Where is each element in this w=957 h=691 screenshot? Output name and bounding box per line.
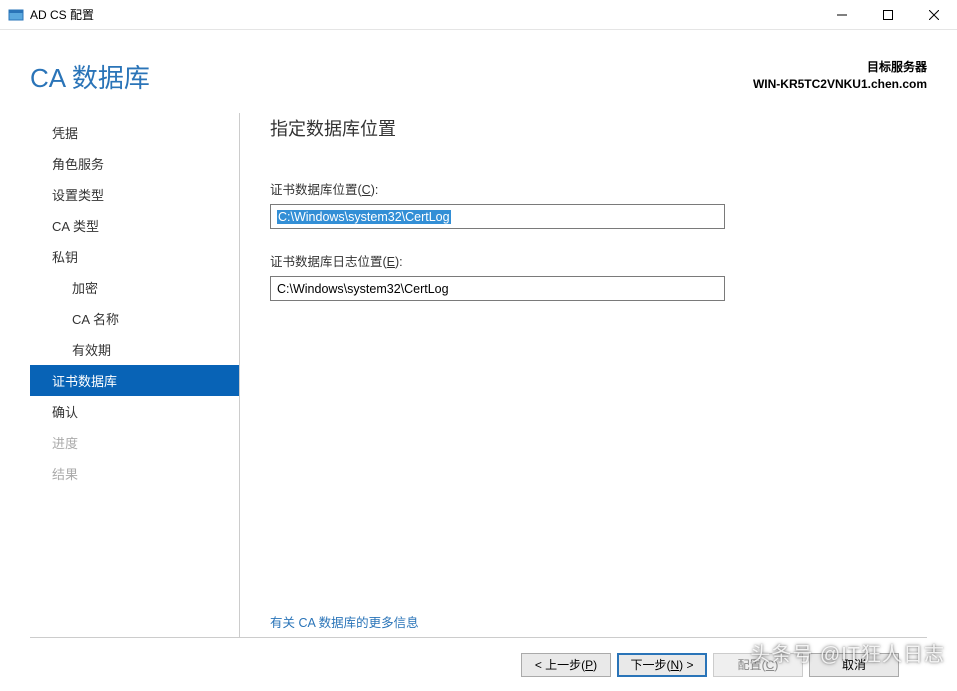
maximize-button[interactable] <box>865 0 911 30</box>
sidebar-item-10: 进度 <box>30 427 239 458</box>
sidebar-item-2[interactable]: 设置类型 <box>30 179 239 210</box>
prev-button[interactable]: < 上一步(P) <box>521 653 611 677</box>
target-server-label: 目标服务器 <box>753 58 927 75</box>
target-server: 目标服务器 WIN-KR5TC2VNKU1.chen.com <box>753 58 927 91</box>
window-title: AD CS 配置 <box>30 6 819 23</box>
db-location-group: 证书数据库位置(C): C:\Windows\system32\CertLog <box>270 179 927 229</box>
main-area: 凭据角色服务设置类型CA 类型私钥加密CA 名称有效期证书数据库确认进度结果 指… <box>0 113 957 637</box>
header: CA 数据库 目标服务器 WIN-KR5TC2VNKU1.chen.com <box>0 30 957 113</box>
cancel-button[interactable]: 取消 <box>809 653 899 677</box>
window-controls <box>819 0 957 29</box>
sidebar-item-8[interactable]: 证书数据库 <box>30 365 239 396</box>
sidebar-item-3[interactable]: CA 类型 <box>30 210 239 241</box>
db-location-input[interactable]: C:\Windows\system32\CertLog <box>270 204 725 229</box>
next-button[interactable]: 下一步(N) > <box>617 653 707 677</box>
sidebar-item-7[interactable]: 有效期 <box>30 334 239 365</box>
pane-title: 指定数据库位置 <box>270 115 927 141</box>
footer: < 上一步(P) 下一步(N) > 配置(C) 取消 <box>30 637 927 691</box>
sidebar: 凭据角色服务设置类型CA 类型私钥加密CA 名称有效期证书数据库确认进度结果 <box>30 113 240 637</box>
sidebar-item-1[interactable]: 角色服务 <box>30 148 239 179</box>
more-info-link[interactable]: 有关 CA 数据库的更多信息 <box>270 612 927 631</box>
sidebar-item-4[interactable]: 私钥 <box>30 241 239 272</box>
sidebar-item-11: 结果 <box>30 458 239 489</box>
log-location-label: 证书数据库日志位置(E): <box>270 251 927 270</box>
sidebar-item-6[interactable]: CA 名称 <box>30 303 239 334</box>
content-pane: 指定数据库位置 证书数据库位置(C): C:\Windows\system32\… <box>240 113 927 637</box>
log-location-group: 证书数据库日志位置(E): <box>270 251 927 301</box>
sidebar-item-0[interactable]: 凭据 <box>30 117 239 148</box>
configure-button: 配置(C) <box>713 653 803 677</box>
close-button[interactable] <box>911 0 957 30</box>
target-server-value: WIN-KR5TC2VNKU1.chen.com <box>753 77 927 91</box>
content: CA 数据库 目标服务器 WIN-KR5TC2VNKU1.chen.com 凭据… <box>0 30 957 691</box>
log-location-input[interactable] <box>270 276 725 301</box>
titlebar: AD CS 配置 <box>0 0 957 30</box>
minimize-button[interactable] <box>819 0 865 30</box>
db-location-label: 证书数据库位置(C): <box>270 179 927 198</box>
sidebar-item-9[interactable]: 确认 <box>30 396 239 427</box>
app-icon <box>8 7 24 23</box>
sidebar-item-5[interactable]: 加密 <box>30 272 239 303</box>
page-title: CA 数据库 <box>30 58 753 95</box>
